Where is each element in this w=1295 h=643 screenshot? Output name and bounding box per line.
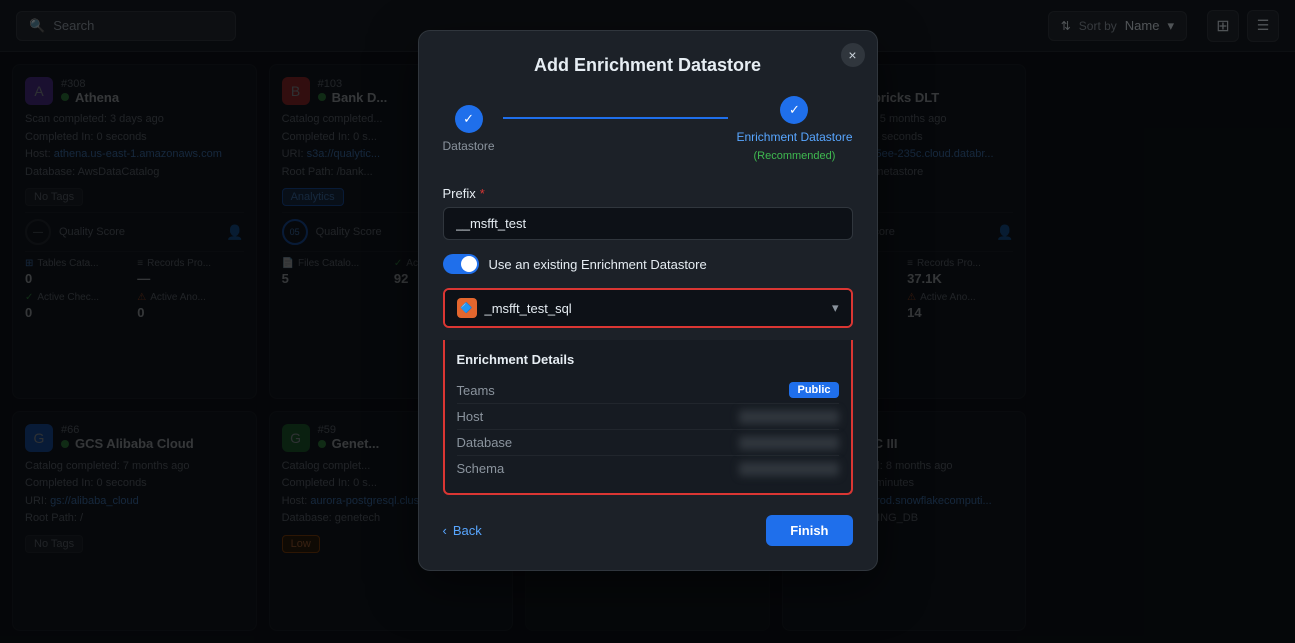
enrichment-dropdown[interactable]: 🔷 _msfft_test_sql ▾ <box>445 290 851 326</box>
modal-close-button[interactable]: × <box>841 43 865 67</box>
modal-title: Add Enrichment Datastore <box>443 55 853 76</box>
prefix-input[interactable] <box>443 207 853 240</box>
step-2: ✓ Enrichment Datastore (Recommended) <box>736 96 852 162</box>
host-value <box>739 410 839 424</box>
back-label: Back <box>453 523 482 538</box>
detail-row-schema: Schema <box>457 456 839 481</box>
dropdown-value: _msfft_test_sql <box>485 301 824 316</box>
stepper: ✓ Datastore ✓ Enrichment Datastore (Reco… <box>443 96 853 162</box>
dropdown-icon: 🔷 <box>457 298 477 318</box>
step2-circle: ✓ <box>780 96 808 124</box>
enrichment-details-title: Enrichment Details <box>457 352 839 367</box>
step2-label: Enrichment Datastore <box>736 130 852 144</box>
prefix-text: Prefix <box>443 186 476 201</box>
step1-circle: ✓ <box>455 105 483 133</box>
required-indicator: * <box>480 186 485 201</box>
toggle-label: Use an existing Enrichment Datastore <box>489 257 707 272</box>
back-button[interactable]: ‹ Back <box>443 523 482 538</box>
step1-label: Datastore <box>443 139 495 153</box>
back-arrow-icon: ‹ <box>443 523 447 538</box>
teams-value: Public <box>789 382 838 398</box>
modal-overlay: × Add Enrichment Datastore ✓ Datastore ✓… <box>0 0 1295 643</box>
step-1: ✓ Datastore <box>443 105 495 153</box>
enrichment-details-panel: Enrichment Details Teams Public Host Dat… <box>443 340 853 495</box>
database-value <box>739 436 839 450</box>
close-icon: × <box>848 47 856 63</box>
schema-label: Schema <box>457 461 505 476</box>
add-enrichment-modal: × Add Enrichment Datastore ✓ Datastore ✓… <box>418 30 878 571</box>
modal-footer: ‹ Back Finish <box>443 515 853 546</box>
teams-label: Teams <box>457 383 495 398</box>
prefix-label: Prefix * <box>443 186 853 201</box>
finish-button[interactable]: Finish <box>766 515 852 546</box>
step-line <box>503 117 729 119</box>
database-label: Database <box>457 435 513 450</box>
step2-sublabel: (Recommended) <box>754 150 836 162</box>
detail-row-teams: Teams Public <box>457 377 839 404</box>
schema-value <box>739 462 839 476</box>
detail-row-host: Host <box>457 404 839 430</box>
enrichment-dropdown-container: 🔷 _msfft_test_sql ▾ <box>443 288 853 328</box>
toggle-row: Use an existing Enrichment Datastore <box>443 254 853 274</box>
detail-row-database: Database <box>457 430 839 456</box>
host-label: Host <box>457 409 484 424</box>
existing-enrichment-toggle[interactable] <box>443 254 479 274</box>
chevron-down-icon: ▾ <box>832 300 839 316</box>
